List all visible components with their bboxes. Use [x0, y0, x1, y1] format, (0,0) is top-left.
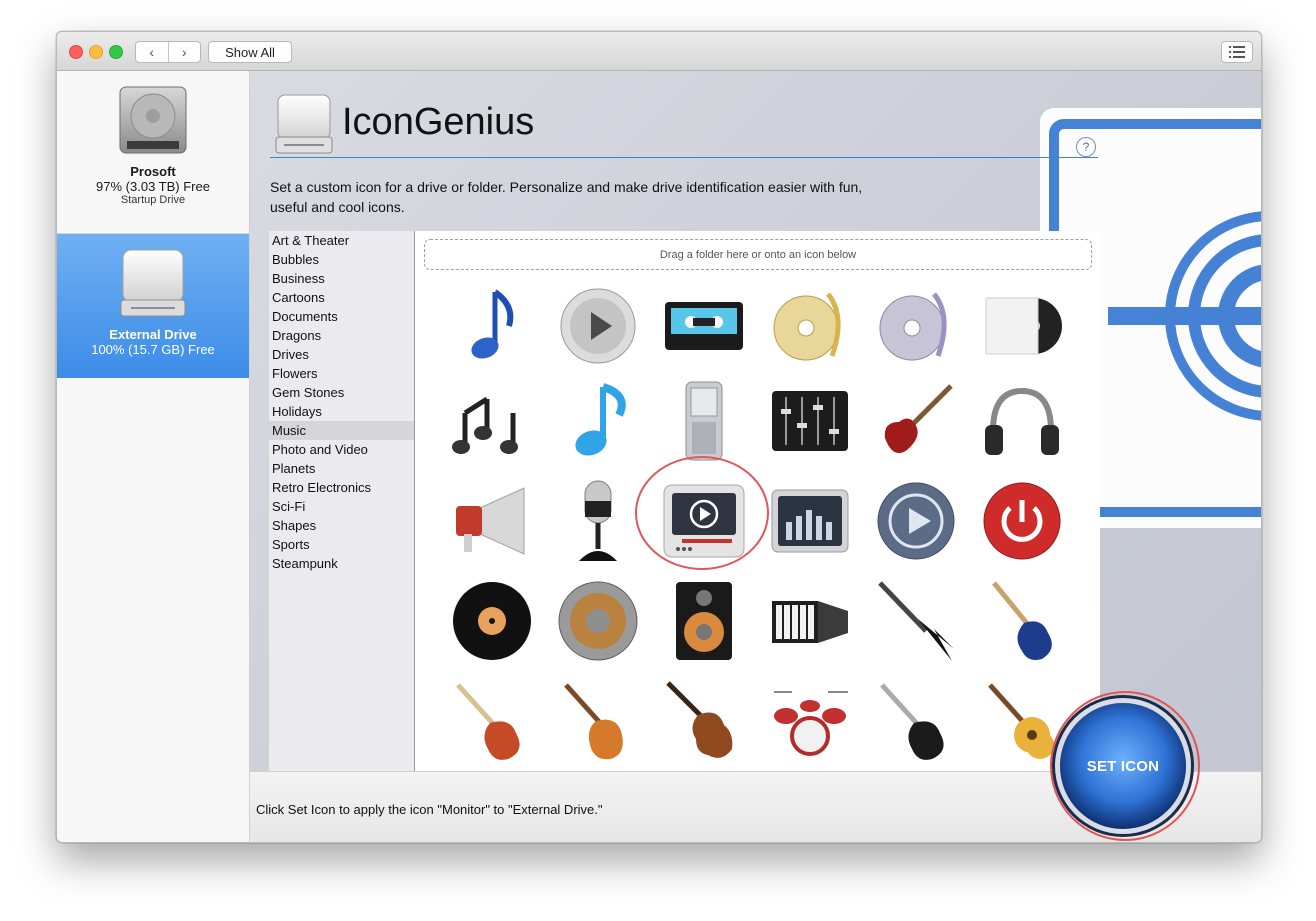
- category-item[interactable]: Steampunk: [269, 554, 414, 573]
- category-item[interactable]: Gem Stones: [269, 383, 414, 402]
- equalizer-icon[interactable]: [765, 476, 855, 566]
- titlebar: ‹ › Show All: [57, 32, 1261, 71]
- category-item[interactable]: Art & Theater: [269, 231, 414, 250]
- category-item[interactable]: Dragons: [269, 326, 414, 345]
- electric-guitar-red-icon[interactable]: [871, 376, 961, 466]
- help-button[interactable]: ?: [1076, 137, 1096, 157]
- category-item-selected[interactable]: Music: [269, 421, 414, 440]
- nav-segment: ‹ ›: [135, 41, 201, 63]
- gold-cd-note-icon[interactable]: [765, 281, 855, 371]
- minimize-window-button[interactable]: [89, 45, 103, 59]
- les-paul-guitar-icon[interactable]: [553, 676, 643, 766]
- drum-kit-icon[interactable]: [765, 676, 855, 766]
- category-item[interactable]: Cartoons: [269, 288, 414, 307]
- title-divider: [270, 157, 1098, 158]
- chevron-left-icon: ‹: [149, 44, 155, 60]
- monitor-icon[interactable]: [659, 476, 749, 566]
- speaker-round-icon[interactable]: [553, 576, 643, 666]
- play-button-icon[interactable]: [871, 476, 961, 566]
- show-all-button[interactable]: Show All: [208, 41, 292, 63]
- category-item[interactable]: Bubbles: [269, 250, 414, 269]
- blue-note-icon[interactable]: [553, 376, 643, 466]
- page-description: Set a custom icon for a drive or folder.…: [270, 179, 863, 215]
- drive-free-space: 100% (15.7 GB) Free: [91, 342, 215, 357]
- drop-zone[interactable]: Drag a folder here or onto an icon below: [424, 239, 1092, 270]
- drive-free-space: 97% (3.03 TB) Free: [96, 179, 210, 194]
- zoom-window-button[interactable]: [109, 45, 123, 59]
- category-item[interactable]: Retro Electronics: [269, 478, 414, 497]
- category-item[interactable]: Sci-Fi: [269, 497, 414, 516]
- blue-guitar-icon[interactable]: [977, 576, 1067, 666]
- sidebar-item-prosoft[interactable]: Prosoft 97% (3.03 TB) Free Startup Drive: [57, 71, 249, 234]
- list-icon: [1229, 46, 1245, 58]
- category-item[interactable]: Flowers: [269, 364, 414, 383]
- page-title: IconGenius: [342, 101, 535, 143]
- icon-grid: Drag a folder here or onto an icon below: [415, 231, 1100, 771]
- set-icon-button[interactable]: SET ICON: [1060, 703, 1186, 829]
- headphones-icon[interactable]: [977, 376, 1067, 466]
- chevron-right-icon: ›: [181, 44, 187, 60]
- microphone-icon[interactable]: [553, 476, 643, 566]
- black-guitar-icon[interactable]: [871, 676, 961, 766]
- guitar-sunburst-icon[interactable]: [447, 676, 537, 766]
- flying-v-guitar-icon[interactable]: [871, 576, 961, 666]
- vinyl-record-icon[interactable]: [447, 576, 537, 666]
- vinyl-sleeve-icon[interactable]: [977, 281, 1067, 371]
- music-note-icon[interactable]: [447, 281, 537, 371]
- back-button[interactable]: ‹: [136, 42, 169, 62]
- set-icon-label: SET ICON: [1086, 757, 1160, 775]
- mixer-icon[interactable]: [765, 376, 855, 466]
- category-item[interactable]: Drives: [269, 345, 414, 364]
- forward-button[interactable]: ›: [169, 42, 201, 62]
- music-notes-icon[interactable]: [447, 376, 537, 466]
- cassette-icon[interactable]: [659, 281, 749, 371]
- mp3-phone-icon[interactable]: [659, 376, 749, 466]
- category-item[interactable]: Business: [269, 269, 414, 288]
- accordion-icon[interactable]: [765, 576, 855, 666]
- megaphone-icon[interactable]: [447, 476, 537, 566]
- category-item[interactable]: Documents: [269, 307, 414, 326]
- category-item[interactable]: Holidays: [269, 402, 414, 421]
- drive-name: External Drive: [109, 327, 197, 342]
- category-item[interactable]: Shapes: [269, 516, 414, 535]
- drive-name: Prosoft: [130, 164, 176, 179]
- category-list: Art & Theater Bubbles Business Cartoons …: [269, 231, 415, 771]
- external-drive-icon: [120, 249, 186, 317]
- category-item[interactable]: Photo and Video: [269, 440, 414, 459]
- speaker-box-icon[interactable]: [659, 576, 749, 666]
- drive-subtitle: Startup Drive: [120, 194, 186, 206]
- violin-icon[interactable]: [659, 676, 749, 766]
- list-view-button[interactable]: [1221, 41, 1253, 63]
- power-button-icon[interactable]: [977, 476, 1067, 566]
- status-text: Click Set Icon to apply the icon "Monito…: [256, 802, 603, 817]
- app-drive-icon: [275, 94, 333, 154]
- category-item[interactable]: Planets: [269, 459, 414, 478]
- category-item[interactable]: Sports: [269, 535, 414, 554]
- hard-drive-icon: [119, 86, 187, 154]
- play-disc-icon[interactable]: [553, 281, 643, 371]
- close-window-button[interactable]: [69, 45, 83, 59]
- drive-sidebar: Prosoft 97% (3.03 TB) Free Startup Drive…: [57, 71, 250, 842]
- cd-note-icon[interactable]: [871, 281, 961, 371]
- sidebar-item-external-drive[interactable]: External Drive 100% (15.7 GB) Free: [57, 234, 249, 378]
